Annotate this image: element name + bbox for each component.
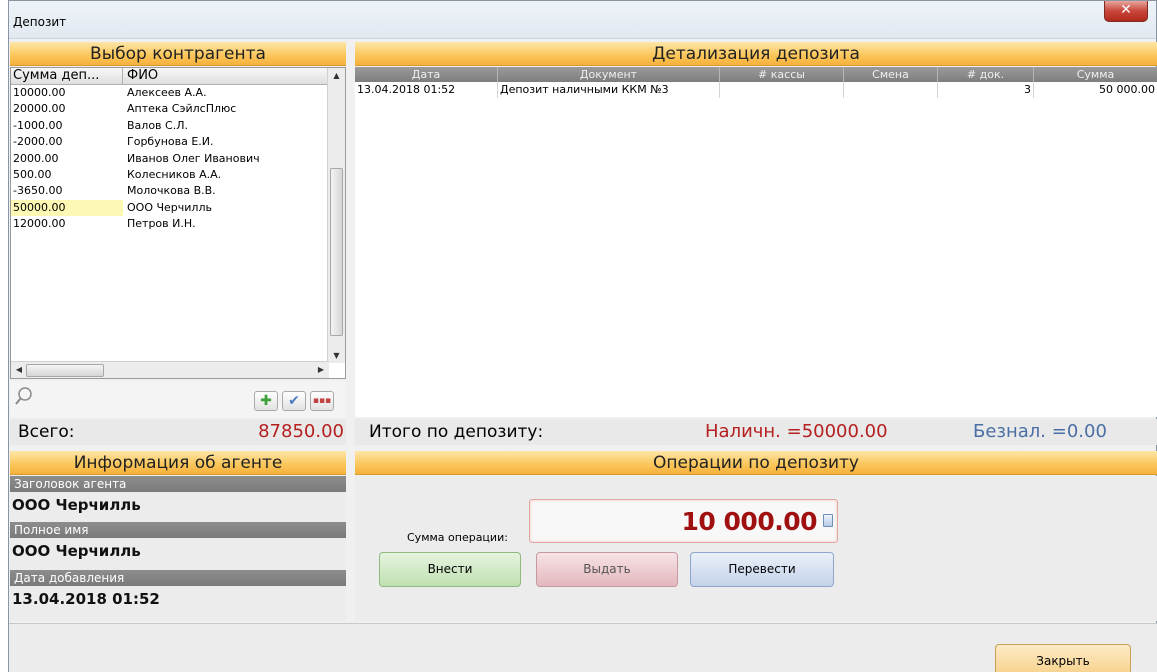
cell-name: ООО Черчилль [127, 200, 212, 214]
total-label: Всего: [18, 422, 75, 442]
cell-docno: 3 [938, 82, 1034, 98]
contractor-hscrollbar[interactable]: ◀ ▶ [11, 361, 329, 378]
cell-sum: 12000.00 [13, 217, 66, 231]
amount-input[interactable]: 10 000.00 [529, 499, 838, 543]
contractor-toolbar: ✚ ✔ ▪▪▪ [10, 381, 346, 417]
search-icon[interactable] [14, 386, 34, 406]
agent-info-panel: Заголовок агента ООО Черчилль Полное имя… [10, 476, 346, 621]
check-icon: ✔ [288, 393, 300, 409]
cell-sum: 20000.00 [13, 102, 66, 116]
cell-name: Валов С.Л. [127, 118, 188, 132]
agent-fullname-value: ООО Черчилль [12, 542, 141, 560]
column-header-shift[interactable]: Смена [844, 67, 938, 82]
agent-title-value: ООО Черчилль [12, 496, 141, 514]
cell-name: Алексеев А.А. [127, 86, 207, 99]
transfer-button[interactable]: Перевести [690, 552, 834, 587]
contractor-total-row: Всего: 87850.00 [10, 419, 346, 445]
total-value: 87850.00 [258, 421, 344, 442]
title-bar: Депозит ✕ [9, 1, 1156, 39]
scroll-down-arrow-icon[interactable]: ▼ [328, 351, 345, 360]
column-header-sum[interactable]: Сумма деп... [11, 68, 123, 84]
contractor-rows: 10000.00 Алексеев А.А. 20000.00 Аптека Сэйл… [11, 85, 345, 233]
column-header-date[interactable]: Дата [355, 67, 498, 82]
close-button[interactable]: Закрыть [995, 644, 1131, 672]
contractor-panel-header: Выбор контрагента [10, 42, 346, 66]
cell-sum: 2000.00 [13, 151, 59, 165]
hscroll-thumb[interactable] [26, 364, 104, 377]
footer-bar: Закрыть [9, 623, 1157, 672]
cell-kassa [720, 82, 844, 98]
list-item[interactable]: 20000.00 Аптека СэйлсПлюс [11, 101, 345, 117]
noncash-total: Безнал. =0.00 [973, 421, 1107, 442]
scroll-right-arrow-icon[interactable]: ▶ [316, 365, 326, 374]
cell-name: Молочкова В.В. [127, 184, 216, 198]
add-contractor-button[interactable]: ✚ [254, 391, 278, 411]
list-item[interactable]: 10000.00 Алексеев А.А. [11, 85, 345, 101]
scroll-up-arrow-icon[interactable]: ▲ [328, 71, 345, 80]
cell-sum: -1000.00 [13, 118, 63, 132]
deposit-detail-table: Дата Документ # кассы Смена # док. Сумма… [355, 67, 1157, 417]
amount-label: Сумма операции: [407, 531, 508, 544]
confirm-contractor-button[interactable]: ✔ [282, 391, 306, 411]
cell-sum: 50 000.00 [1099, 83, 1155, 96]
list-item[interactable]: -3650.00 Молочкова В.В. [11, 183, 345, 199]
window-title: Депозит [13, 15, 67, 29]
cell-shift [844, 82, 938, 98]
column-header-name[interactable]: ФИО [123, 68, 345, 84]
contractor-grid-header: Сумма деп... ФИО [11, 68, 345, 85]
contractor-vscrollbar[interactable]: ▲ ▼ [327, 68, 345, 363]
amount-value: 10 000.00 [681, 507, 818, 536]
deposit-detail-columns: Дата Документ # кассы Смена # док. Сумма [355, 67, 1157, 82]
column-header-sum[interactable]: Сумма [1034, 67, 1157, 82]
column-header-docno[interactable]: # док. [938, 67, 1034, 82]
cell-name: Колесников А.А. [127, 167, 222, 181]
list-item[interactable]: -2000.00 Горбунова Е.И. [11, 134, 345, 150]
plus-icon: ✚ [260, 393, 272, 409]
more-button[interactable]: ▪▪▪ [310, 391, 334, 411]
ellipsis-icon: ▪▪▪ [312, 396, 332, 406]
agent-date-value: 13.04.2018 01:52 [12, 590, 160, 608]
operations-panel: Сумма операции: 10 000.00 Внести Выдать … [355, 476, 1157, 621]
cash-total: Наличн. =50000.00 [705, 421, 888, 442]
withdraw-button[interactable]: Выдать [536, 552, 678, 587]
deposit-window: Депозит ✕ Выбор контрагента Сумма деп...… [8, 0, 1157, 672]
column-header-document[interactable]: Документ [498, 67, 720, 82]
list-item[interactable]: 500.00 Колесников А.А. [11, 167, 345, 183]
window-close-button[interactable]: ✕ [1104, 1, 1148, 22]
agent-info-header: Информация об агенте [10, 451, 346, 475]
cell-sum: -3650.00 [13, 184, 63, 198]
deposit-button[interactable]: Внести [379, 552, 521, 587]
scroll-left-arrow-icon[interactable]: ◀ [14, 365, 24, 374]
table-row[interactable]: 13.04.2018 01:52 Депозит наличными ККМ №… [355, 82, 1157, 98]
cell-sum: 10000.00 [13, 86, 66, 99]
cell-sum: 500.00 [13, 167, 52, 181]
scroll-thumb[interactable] [330, 168, 343, 336]
deposit-totals-row: Итого по депозиту: Наличн. =50000.00 Без… [355, 419, 1157, 445]
cell-name: Аптека СэйлсПлюс [127, 102, 237, 116]
cell-name: Иванов Олег Иванович [127, 151, 260, 165]
calculator-icon[interactable] [823, 514, 833, 527]
cell-date: 13.04.2018 01:52 [355, 82, 498, 98]
list-item[interactable]: 50000.00 ООО Черчилль [11, 199, 345, 217]
contractor-grid: Сумма деп... ФИО 10000.00 Алексеев А.А. 20… [10, 67, 346, 379]
deposit-totals-label: Итого по депозиту: [369, 422, 544, 442]
deposit-detail-header: Детализация депозита [355, 42, 1157, 66]
list-item[interactable]: 12000.00 Петров И.Н. [11, 216, 345, 232]
list-item[interactable]: 2000.00 Иванов Олег Иванович [11, 151, 345, 167]
agent-date-label: Дата добавления [10, 570, 346, 586]
cell-sum: -2000.00 [13, 135, 63, 149]
cell-name: Горбунова Е.И. [127, 135, 214, 149]
cell-sum: 50000.00 [11, 199, 123, 217]
cell-name: Петров И.Н. [127, 217, 196, 231]
list-item[interactable]: -1000.00 Валов С.Л. [11, 118, 345, 134]
column-header-kassa[interactable]: # кассы [720, 67, 844, 82]
operations-header: Операции по депозиту [355, 451, 1157, 475]
agent-title-label: Заголовок агента [10, 476, 346, 492]
cell-document: Депозит наличными ККМ №3 [498, 82, 720, 98]
agent-fullname-label: Полное имя [10, 522, 346, 538]
